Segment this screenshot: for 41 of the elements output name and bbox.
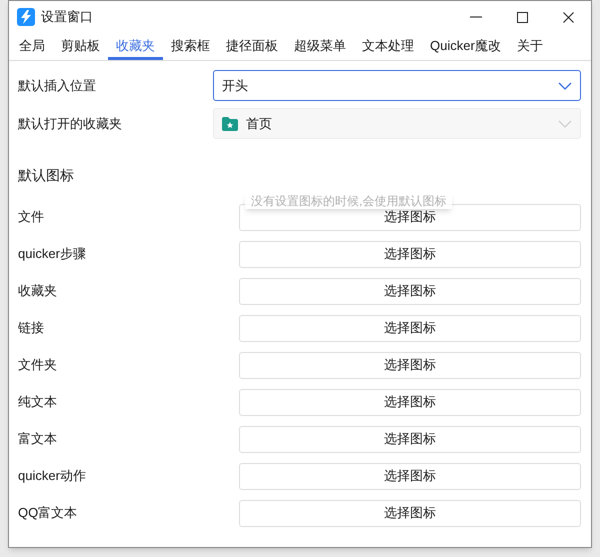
tooltip: 没有设置图标的时候,会使用默认图标: [245, 193, 452, 209]
tab[interactable]: Quicker魔改: [422, 34, 509, 60]
icon-type-label: 收藏夹: [18, 282, 58, 300]
icon-type-label: 文件: [18, 208, 45, 226]
chevron-down-icon: [558, 82, 572, 90]
choose-icon-button[interactable]: 选择图标: [239, 278, 581, 304]
tab[interactable]: 收藏夹: [108, 34, 163, 60]
icon-type-label: 富文本: [18, 430, 58, 448]
tab[interactable]: 搜索框: [163, 34, 218, 60]
field-label: 默认插入位置: [18, 76, 97, 95]
dropdown-value: 开头: [222, 76, 249, 95]
icon-type-label: 文件夹: [18, 356, 58, 374]
choose-icon-button[interactable]: 选择图标: [239, 314, 581, 342]
choose-icon-button[interactable]: 选择图标: [239, 388, 581, 416]
choose-icon-button[interactable]: 选择图标: [239, 426, 581, 452]
choose-icon-button[interactable]: 选择图标: [239, 500, 581, 526]
tab[interactable]: 全局: [11, 34, 53, 60]
tab[interactable]: 超级菜单: [286, 34, 354, 60]
choose-icon-button[interactable]: 选择图标: [239, 462, 581, 490]
icon-type-label: 链接: [18, 319, 45, 338]
field-label: 默认打开的收藏夹: [18, 114, 123, 133]
section-heading: 默认图标: [18, 166, 75, 185]
lightning-icon: [17, 8, 35, 26]
dropdown-value: 首页: [246, 114, 273, 133]
tab[interactable]: 文本处理: [354, 34, 422, 60]
tab[interactable]: 剪贴板: [53, 34, 108, 60]
icon-type-label: QQ富文本: [18, 504, 78, 522]
window-title: 设置窗口: [41, 8, 93, 26]
choose-icon-button[interactable]: 选择图标: [239, 240, 581, 268]
icon-type-label: quicker步骤: [18, 245, 87, 264]
tab[interactable]: 关于: [508, 34, 551, 60]
icon-type-label: 纯文本: [18, 393, 58, 412]
dropdown[interactable]: 首页: [213, 108, 581, 139]
icon-type-label: quicker动作: [18, 467, 87, 486]
choose-icon-button[interactable]: 选择图标: [239, 352, 581, 378]
tab[interactable]: 捷径面板: [218, 34, 286, 60]
chevron-down-icon: [558, 120, 572, 128]
minimize-icon: [470, 16, 482, 18]
close-icon: [562, 12, 574, 22]
maximize-icon: [516, 12, 528, 22]
dropdown[interactable]: 开头: [213, 70, 581, 101]
